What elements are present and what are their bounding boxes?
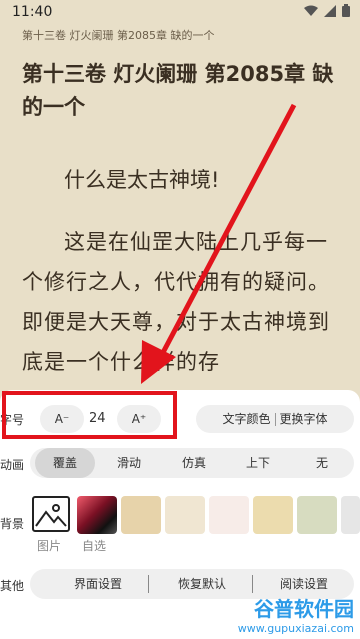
animation-option-cover[interactable]: 覆盖 xyxy=(35,448,95,478)
background-custom-caption: 自选 xyxy=(82,539,107,553)
background-picture-caption: 图片 xyxy=(37,539,62,553)
watermark: 谷普软件园 www.gupuxiazai.com xyxy=(238,593,354,635)
change-font-button[interactable]: 更换字体 xyxy=(280,412,328,426)
font-options-divider xyxy=(274,413,276,426)
paragraph-1: 什么是太古神境! xyxy=(64,168,220,192)
status-icons xyxy=(304,4,350,17)
chapter-title: 第十三卷 灯火阑珊 第2085章 缺的一个 xyxy=(22,62,334,119)
background-swatch-1[interactable] xyxy=(121,496,161,534)
other-divider-2 xyxy=(252,575,253,593)
watermark-main: 谷普软件园 xyxy=(254,597,354,621)
background-swatch-2[interactable] xyxy=(165,496,205,534)
paragraph-2: 这是在仙罡大陆上几乎每一个修行之人，代代拥有的疑问。即便是大天尊，对于太古神境到… xyxy=(22,230,330,374)
wifi-icon xyxy=(304,5,318,16)
battery-icon xyxy=(342,4,350,17)
chapter-header: 第十三卷 灯火阑珊 第2085章 缺的一个 xyxy=(22,29,215,42)
image-icon xyxy=(35,504,67,527)
background-custom-color-button[interactable] xyxy=(77,496,117,534)
animation-label: 动画 xyxy=(0,458,25,472)
background-picture-button[interactable] xyxy=(32,496,70,532)
restore-default-button[interactable]: 恢复默认 xyxy=(156,569,248,599)
other-label: 其他 xyxy=(0,579,25,593)
background-swatch-5[interactable] xyxy=(297,496,337,534)
background-swatch-6[interactable] xyxy=(341,496,360,534)
font-options-group: 文字颜色 更换字体 xyxy=(196,405,354,433)
animation-option-slide[interactable]: 滑动 xyxy=(103,448,155,478)
animation-option-simulate[interactable]: 仿真 xyxy=(168,448,220,478)
status-bar: 11:40 xyxy=(0,0,360,24)
interface-settings-button[interactable]: 界面设置 xyxy=(52,569,144,599)
font-color-button[interactable]: 文字颜色 xyxy=(222,412,270,426)
background-label: 背景 xyxy=(0,517,25,531)
status-time: 11:40 xyxy=(12,4,53,20)
background-swatch-4[interactable] xyxy=(253,496,293,534)
animation-option-none[interactable]: 无 xyxy=(296,448,348,478)
background-swatch-3[interactable] xyxy=(209,496,249,534)
annotation-highlight-box xyxy=(2,391,177,439)
other-divider-1 xyxy=(148,575,149,593)
animation-option-scroll[interactable]: 上下 xyxy=(232,448,284,478)
watermark-sub: www.gupuxiazai.com xyxy=(237,622,354,635)
signal-icon xyxy=(324,4,336,17)
